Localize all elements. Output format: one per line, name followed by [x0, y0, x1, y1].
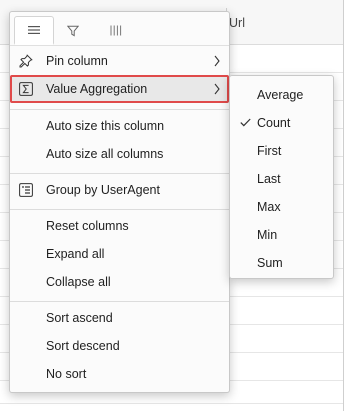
column-menu: Pin column Value Aggregation Auto size t… [9, 11, 230, 393]
menu-item-auto-size-all[interactable]: Auto size all columns [10, 140, 229, 168]
menu-item-group-by[interactable]: Group by UserAgent [10, 176, 229, 204]
submenu-item-label: First [257, 144, 282, 158]
submenu-item-first[interactable]: First [230, 137, 333, 165]
submenu-item-label: Average [257, 88, 304, 102]
submenu-item-count[interactable]: Count [230, 109, 333, 137]
menu-item-reset-columns[interactable]: Reset columns [10, 212, 229, 240]
menu-item-label: Value Aggregation [46, 82, 148, 96]
menu-item-label: Group by UserAgent [46, 183, 160, 197]
menu-divider [10, 109, 229, 110]
menu-item-collapse-all[interactable]: Collapse all [10, 268, 229, 296]
menu-item-label: Sort ascend [46, 311, 113, 325]
menu-item-label: Pin column [46, 54, 108, 68]
tab-filter[interactable] [53, 16, 93, 45]
menu-icon [28, 26, 40, 34]
menu-item-pin-column[interactable]: Pin column [10, 47, 229, 75]
submenu-item-average[interactable]: Average [230, 81, 333, 109]
menu-item-label: Collapse all [46, 275, 111, 289]
menu-item-sort-descend[interactable]: Sort descend [10, 332, 229, 360]
pin-icon [19, 54, 33, 68]
filter-icon [67, 25, 79, 36]
menu-divider [10, 301, 229, 302]
menu-item-no-sort[interactable]: No sort [10, 360, 229, 388]
chevron-right-icon [214, 83, 220, 95]
menu-item-label: Auto size this column [46, 119, 165, 133]
columns-icon [110, 25, 122, 36]
sigma-icon [19, 82, 33, 96]
column-menu-tabs [10, 12, 229, 46]
chevron-right-icon [214, 55, 220, 67]
submenu-item-last[interactable]: Last [230, 165, 333, 193]
menu-item-label: No sort [46, 367, 87, 381]
menu-item-auto-size-this[interactable]: Auto size this column [10, 112, 229, 140]
menu-item-sort-ascend[interactable]: Sort ascend [10, 304, 229, 332]
submenu-item-label: Last [257, 172, 281, 186]
row-divider [0, 403, 344, 404]
submenu-item-min[interactable]: Min [230, 221, 333, 249]
group-icon [19, 183, 33, 197]
submenu-item-label: Min [257, 228, 278, 242]
checkmark-icon [240, 118, 251, 127]
submenu-item-label: Count [257, 116, 291, 130]
tab-general-menu[interactable] [14, 16, 54, 45]
menu-divider [10, 209, 229, 210]
menu-item-label: Reset columns [46, 219, 129, 233]
aggregation-submenu: Average Count First Last Max Min Sum [229, 75, 334, 279]
menu-item-label: Sort descend [46, 339, 120, 353]
submenu-item-sum[interactable]: Sum [230, 249, 333, 277]
column-header-url[interactable]: Url [229, 16, 245, 30]
submenu-item-label: Max [257, 200, 281, 214]
menu-item-label: Expand all [46, 247, 105, 261]
menu-item-label: Auto size all columns [46, 147, 164, 161]
submenu-item-max[interactable]: Max [230, 193, 333, 221]
menu-divider [10, 173, 229, 174]
tab-columns[interactable] [96, 16, 136, 45]
menu-item-value-aggregation[interactable]: Value Aggregation [10, 75, 229, 103]
submenu-item-label: Sum [257, 256, 283, 270]
menu-item-expand-all[interactable]: Expand all [10, 240, 229, 268]
